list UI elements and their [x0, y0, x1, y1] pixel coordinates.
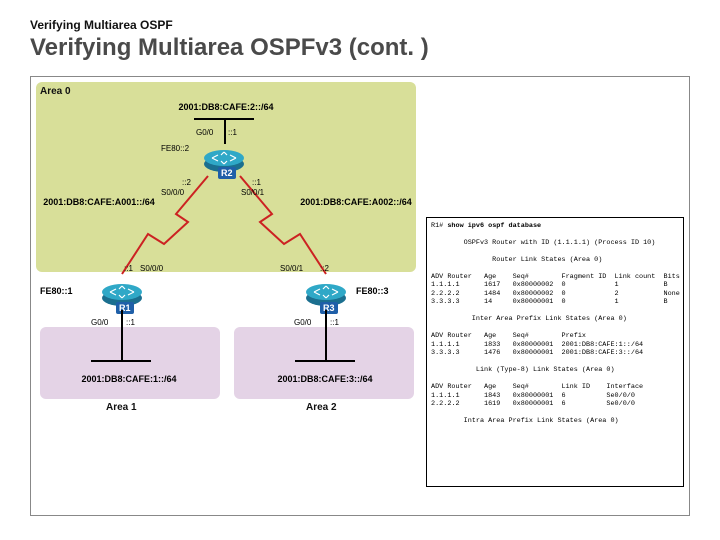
if-r3-g00-sub: ::1 [330, 318, 339, 327]
if-r2-g00: G0/0 [196, 128, 213, 137]
if-r1-g00-sub: ::1 [126, 318, 135, 327]
link-r2-top [224, 118, 226, 144]
cli-header1: OSPFv3 Router with ID (1.1.1.1) (Process… [431, 239, 655, 247]
link-r1-bottom-bar [91, 360, 151, 362]
area-2-box [234, 327, 414, 399]
if-r3-s001-sub: ::2 [320, 264, 329, 273]
cli-row: 1.1.1.1 1843 0x80000001 6 Se0/0/0 [431, 392, 635, 400]
fe80-r1: FE80::1 [40, 286, 73, 296]
cli-row: 3.3.3.3 1476 0x80000001 2001:DB8:CAFE:3:… [431, 349, 643, 357]
if-r1-s000-sub: ::1 [124, 264, 133, 273]
cli-row: 3.3.3.3 14 0x80000001 0 1 B [431, 298, 668, 306]
r3-label: R3 [320, 302, 338, 314]
if-r2-s001-sub: ::1 [252, 178, 261, 187]
if-r2-g00-sub: ::1 [228, 128, 237, 137]
slide-title: Verifying Multiarea OSPFv3 (cont. ) [30, 34, 690, 62]
if-r1-s000: S0/0/0 [140, 264, 163, 273]
slide-subtitle: Verifying Multiarea OSPF [30, 18, 690, 32]
cli-h1: ADV Router Age Seq# Fragment ID Link cou… [431, 273, 680, 281]
r1-label: R1 [116, 302, 134, 314]
if-r3-g00: G0/0 [294, 318, 311, 327]
cli-section2: Inter Area Prefix Link States (Area 0) [431, 315, 627, 323]
cli-row: 2.2.2.2 1484 0x80000002 0 2 None [431, 290, 680, 298]
area-0-label: Area 0 [40, 86, 71, 97]
cli-prompt: R1# [431, 222, 447, 230]
area-2-label: Area 2 [306, 402, 337, 413]
if-r3-s001: S0/0/1 [280, 264, 303, 273]
link-r1-bottom [121, 310, 123, 360]
net-top: 2001:DB8:CAFE:2::/64 [156, 102, 296, 112]
if-r2-s000: S0/0/0 [161, 188, 184, 197]
fe80-r3: FE80::3 [356, 286, 389, 296]
cli-h2: ADV Router Age Seq# Prefix [431, 332, 586, 340]
cli-h3: ADV Router Age Seq# Link ID Interface [431, 383, 643, 391]
topology-diagram: Area 0 Area 1 Area 2 2001:DB8:CAFE:2::/6… [36, 82, 416, 412]
link-r2-top-bar [194, 118, 254, 120]
area-1-box [40, 327, 220, 399]
if-r1-g00: G0/0 [91, 318, 108, 327]
net-bottom-right: 2001:DB8:CAFE:3::/64 [250, 374, 400, 384]
content-frame: Area 0 Area 1 Area 2 2001:DB8:CAFE:2::/6… [30, 76, 690, 516]
cli-row: 1.1.1.1 1833 0x80000001 2001:DB8:CAFE:1:… [431, 341, 643, 349]
area-1-label: Area 1 [106, 402, 137, 413]
slide-root: Verifying Multiarea OSPF Verifying Multi… [0, 0, 720, 540]
net-bottom-left: 2001:DB8:CAFE:1::/64 [54, 374, 204, 384]
cli-output: R1# show ipv6 ospf database OSPFv3 Route… [426, 217, 684, 487]
cli-section3: Link (Type-8) Link States (Area 0) [431, 366, 615, 374]
link-r3-bottom-bar [295, 360, 355, 362]
cli-section1: Router Link States (Area 0) [431, 256, 602, 264]
cli-row: 1.1.1.1 1617 0x80000002 0 1 B [431, 281, 668, 289]
cli-command: show ipv6 ospf database [447, 222, 541, 230]
link-r3-bottom [325, 310, 327, 360]
fe80-r2: FE80::2 [161, 144, 189, 153]
if-r2-s000-sub: ::2 [182, 178, 191, 187]
cli-section4: Intra Area Prefix Link States (Area 0) [431, 417, 619, 425]
if-r2-s001: S0/0/1 [241, 188, 264, 197]
cli-row: 2.2.2.2 1619 0x80000001 6 Se0/0/0 [431, 400, 635, 408]
